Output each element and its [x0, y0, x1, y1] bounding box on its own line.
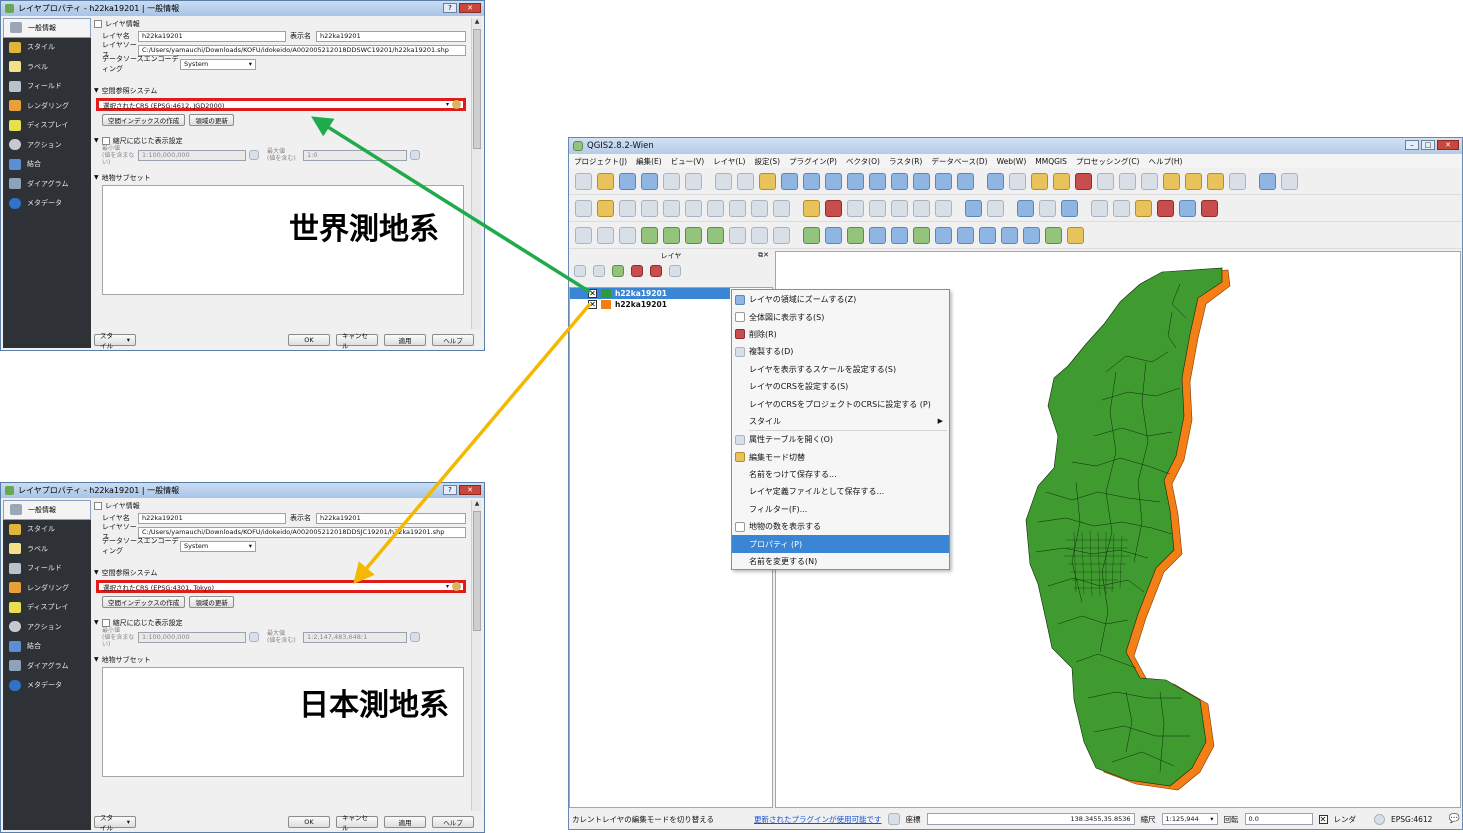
orange-arrow [353, 302, 592, 585]
green-arrow [311, 116, 591, 294]
annotation-arrows [311, 116, 592, 585]
